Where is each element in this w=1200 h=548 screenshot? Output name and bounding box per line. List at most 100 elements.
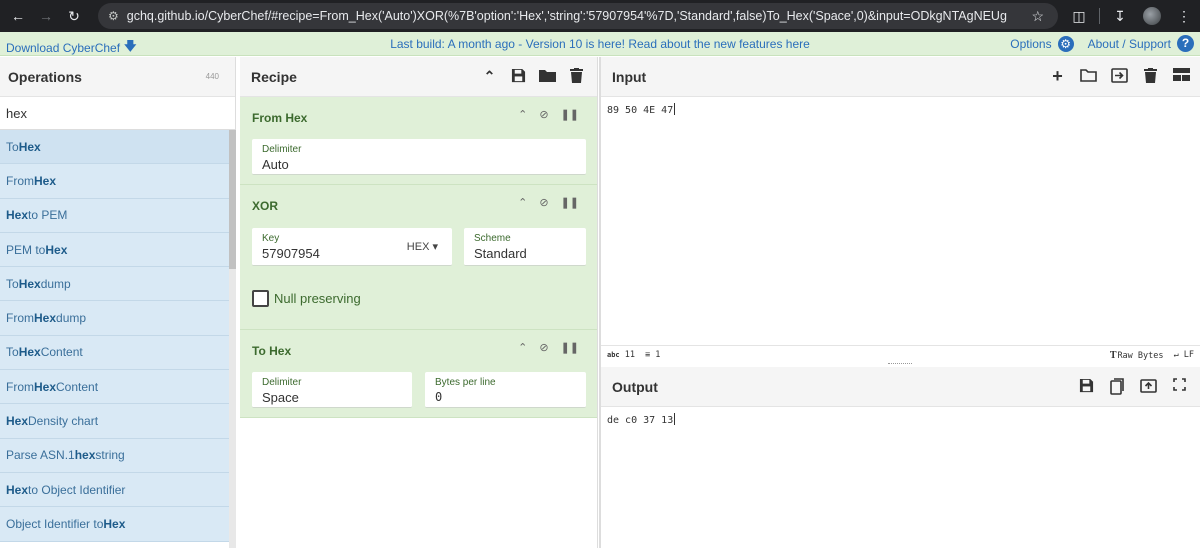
line-count: ≡ 1	[645, 350, 661, 360]
operation-list-item[interactable]: From Hex	[0, 164, 229, 199]
disable-icon[interactable]: ⊘	[539, 196, 548, 209]
forward-arrow-icon[interactable]: →	[32, 4, 60, 28]
download-icon[interactable]: ↧	[1104, 4, 1136, 28]
operation-list-item[interactable]: To Hex Content	[0, 335, 229, 371]
gear-icon[interactable]: ⚙	[1057, 35, 1074, 52]
text-caret	[674, 103, 676, 115]
collapse-chevron-icon[interactable]: ⌃	[518, 108, 527, 121]
download-cyberchef-link[interactable]: Download CyberChef 🡇	[6, 37, 136, 58]
url-text[interactable]: gchq.github.io/CyberChef/#recipe=From_He…	[127, 9, 1007, 23]
cyberchef-banner: Download CyberChef 🡇 Last build: A month …	[0, 32, 1200, 56]
bookmark-star-icon[interactable]: ☆	[1031, 8, 1044, 25]
input-pane: Input + 89 50 4E 47	[601, 57, 1200, 345]
operation-list-item[interactable]: PEM to Hex	[0, 232, 229, 268]
open-folder-icon[interactable]	[1080, 68, 1097, 85]
last-build-link[interactable]: Last build: A month ago - Version 10 is …	[390, 37, 810, 51]
char-count: abc 11	[607, 350, 636, 360]
operation-list-item[interactable]: To Hex	[0, 130, 229, 165]
clear-input-trash-icon[interactable]	[1142, 68, 1159, 85]
input-title: Input	[612, 68, 647, 85]
pause-icon[interactable]: ❚❚	[561, 341, 579, 354]
from-hex-title: From Hex	[252, 111, 308, 125]
return-arrow-icon: ↵	[1173, 350, 1179, 360]
operation-list-item[interactable]: Hex to PEM	[0, 198, 229, 233]
save-icon[interactable]	[510, 68, 527, 85]
menu-kebab-icon[interactable]: ⋮	[1168, 4, 1200, 28]
operations-header: Operations 440	[0, 57, 235, 97]
operations-count: 440	[205, 72, 219, 81]
operations-scrollbar-thumb[interactable]	[229, 130, 236, 269]
reload-icon[interactable]: ↻	[60, 4, 88, 28]
operations-list: To Hex From Hex Hex to PEM PEM to Hex To Hex…	[0, 130, 229, 542]
output-text-area[interactable]: de c0 37 13	[601, 407, 1200, 432]
recipe-pane: Recipe ⌃ From Hex ⌃ ⊘ ❚❚ Delimiter Auto …	[240, 57, 598, 548]
operations-scrollbar[interactable]	[229, 130, 236, 548]
output-title: Output	[612, 378, 658, 395]
operation-list-item[interactable]: Object Identifier to Hex	[0, 507, 229, 542]
null-preserving-label: Null preserving	[274, 291, 361, 306]
trash-icon[interactable]	[568, 68, 585, 85]
about-support-link[interactable]: About / Support	[1088, 37, 1171, 51]
disable-icon[interactable]: ⊘	[539, 341, 548, 354]
collapse-chevron-icon[interactable]: ⌃	[518, 341, 527, 354]
operations-pane: Operations 440 hex To Hex From Hex Hex to …	[0, 57, 236, 548]
recipe-op-xor[interactable]: XOR ⌃ ⊘ ❚❚ Key 57907954 HEX ▾ Scheme Sta…	[240, 185, 597, 330]
operations-title: Operations	[8, 68, 82, 85]
collapse-chevron-icon[interactable]: ⌃	[518, 196, 527, 209]
browser-toolbar: ← → ↻ ⚙ gchq.github.io/CyberChef/#recipe…	[0, 0, 1200, 32]
recipe-title: Recipe	[251, 68, 297, 85]
to-hex-bytes-per-line-field[interactable]: Bytes per line 0	[425, 372, 586, 408]
recipe-op-to-hex[interactable]: To Hex ⌃ ⊘ ❚❚ Delimiter Space Bytes per …	[240, 330, 597, 418]
resize-grip[interactable]	[888, 363, 912, 365]
chevron-up-icon[interactable]: ⌃	[481, 68, 498, 85]
pause-icon[interactable]: ❚❚	[561, 108, 579, 121]
to-hex-title: To Hex	[252, 344, 292, 358]
recipe-header: Recipe ⌃	[240, 57, 597, 97]
recipe-op-from-hex[interactable]: From Hex ⌃ ⊘ ❚❚ Delimiter Auto	[240, 97, 597, 185]
xor-scheme-field[interactable]: Scheme Standard	[464, 228, 586, 266]
to-hex-delimiter-field[interactable]: Delimiter Space	[252, 372, 412, 408]
xor-title: XOR	[252, 199, 279, 213]
key-type-dropdown[interactable]: HEX ▾	[407, 240, 438, 253]
maximise-icon[interactable]	[1171, 378, 1188, 395]
operation-list-item[interactable]: Parse ASN.1 hex string	[0, 438, 229, 473]
folder-icon[interactable]	[539, 68, 556, 85]
text-caret	[674, 413, 676, 425]
replace-input-icon[interactable]	[1140, 378, 1157, 395]
xor-key-field[interactable]: Key 57907954 HEX ▾	[252, 228, 452, 266]
operation-list-item[interactable]: From Hex Content	[0, 370, 229, 405]
input-status-bar: abc 11 ≡ 1 T ​Raw Bytes ↵ LF	[601, 345, 1200, 364]
site-info-icon[interactable]: ⚙	[108, 9, 119, 23]
avatar	[1143, 7, 1161, 25]
toolbar-separator	[1099, 8, 1100, 24]
add-tab-icon[interactable]: +	[1049, 67, 1066, 85]
pause-icon[interactable]: ❚❚	[561, 196, 579, 209]
save-output-icon[interactable]	[1078, 378, 1095, 395]
operation-list-item[interactable]: Hex to Object Identifier	[0, 472, 229, 508]
profile-avatar[interactable]	[1136, 4, 1168, 28]
back-arrow-icon[interactable]: ←	[4, 4, 32, 28]
input-header: Input +	[601, 57, 1200, 97]
operation-list-item[interactable]: Hex Density chart	[0, 404, 229, 439]
eol-selector[interactable]: ↵ LF	[1174, 350, 1195, 361]
disable-icon[interactable]: ⊘	[539, 108, 548, 121]
copy-output-icon[interactable]	[1109, 378, 1126, 395]
open-file-icon[interactable]	[1111, 68, 1128, 85]
encoding-selector[interactable]: T ​Raw Bytes	[1110, 350, 1164, 361]
output-pane: Output de c0 37 13	[601, 367, 1200, 548]
operations-search-input[interactable]: hex	[0, 97, 235, 130]
operation-list-item[interactable]: To Hex dump	[0, 267, 229, 302]
from-hex-delimiter-field[interactable]: Delimiter Auto	[252, 139, 586, 175]
extensions-icon[interactable]: ◫	[1063, 4, 1095, 28]
operation-list-item[interactable]: From Hex dump	[0, 301, 229, 336]
help-icon[interactable]: ?	[1177, 35, 1194, 52]
download-arrow-icon: 🡇	[124, 39, 137, 53]
lines-icon: ≡	[645, 350, 651, 360]
output-header: Output	[601, 367, 1200, 407]
options-link[interactable]: Options	[1010, 37, 1051, 51]
input-text-area[interactable]: 89 50 4E 47	[601, 97, 1200, 122]
null-preserving-checkbox[interactable]	[252, 290, 269, 307]
address-bar[interactable]: ⚙ gchq.github.io/CyberChef/#recipe=From_…	[98, 3, 1058, 29]
reset-layout-icon[interactable]	[1173, 68, 1190, 85]
abc-icon: abc	[607, 351, 620, 359]
